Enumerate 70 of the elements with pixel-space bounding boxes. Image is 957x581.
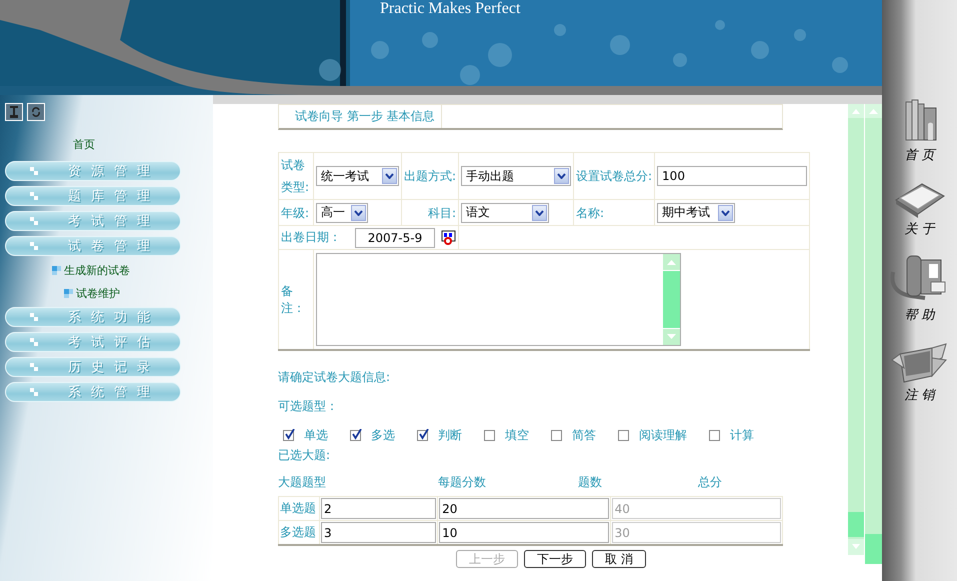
wizard-title: 试卷向导 第一步 基本信息 — [279, 105, 442, 128]
dropdown[interactable]: 高一 — [316, 202, 368, 222]
dropdown[interactable]: 期中考试 — [657, 202, 736, 222]
chevron-down-icon — [384, 173, 394, 179]
checkbox[interactable] — [484, 430, 495, 440]
bullet-icon — [30, 338, 38, 346]
section-label: 可选题型： — [278, 398, 339, 415]
column-header: 总分 — [698, 474, 722, 490]
bullet-icon — [30, 217, 38, 225]
field-label: 年级: — [281, 206, 310, 220]
input-field[interactable]: 10 — [439, 522, 609, 543]
dock-label[interactable]: 注 销 — [904, 386, 935, 404]
submenu-link[interactable]: 生成新的试卷 — [64, 262, 130, 278]
bullet-icon — [30, 192, 38, 200]
row-label: 多选题 — [280, 525, 316, 539]
row-label: 单选题 — [280, 501, 316, 515]
dock-label[interactable]: 帮 助 — [904, 306, 935, 324]
chevron-down-icon — [557, 173, 566, 179]
home-link[interactable]: 首页 — [73, 137, 95, 152]
input-field[interactable]: 100 — [657, 166, 808, 186]
checkbox-label[interactable]: 判断 — [438, 426, 462, 444]
input-field[interactable]: 2 — [321, 498, 436, 519]
date-field[interactable]: 2007-5-9 — [355, 228, 435, 248]
wizard-button[interactable]: 下一步 — [524, 550, 586, 568]
field-label: 名称: — [576, 206, 604, 220]
field-label: 设置试卷总分: — [576, 169, 652, 183]
column-header: 大题题型 — [278, 474, 327, 490]
prompt-text: 请确定试卷大题信息: — [278, 369, 392, 386]
readonly-field: 40 — [612, 498, 781, 519]
scrollbar[interactable] — [865, 104, 882, 564]
field-label: 出题方式: — [404, 169, 456, 183]
dropdown[interactable]: 手动出题 — [461, 166, 571, 186]
input-field[interactable]: 3 — [321, 522, 436, 543]
dropdown[interactable]: 语文 — [461, 202, 549, 222]
slogan-text: Practic Makes Perfect — [380, 1, 520, 17]
dock-label[interactable]: 首 页 — [904, 146, 935, 164]
field-label: 科目: — [428, 206, 456, 220]
input-field[interactable]: 20 — [439, 498, 609, 519]
chevron-down-icon — [535, 210, 544, 216]
chevron-down-icon — [354, 210, 363, 216]
field-label: 备注： — [281, 284, 305, 314]
column-header: 每题分数 — [438, 474, 487, 490]
squares-icon — [52, 266, 61, 274]
section-label: 已选大题: — [278, 447, 332, 464]
scrollbar[interactable] — [848, 104, 864, 555]
bullet-icon — [30, 363, 38, 371]
refresh-icon — [30, 106, 42, 118]
checkbox[interactable] — [417, 430, 428, 440]
scrollbar[interactable] — [662, 254, 680, 345]
bullet-icon — [30, 388, 38, 396]
checkbox[interactable] — [618, 430, 629, 440]
chevron-down-icon — [721, 210, 730, 216]
bullet-icon — [30, 167, 38, 175]
bullet-icon — [30, 313, 38, 321]
field-label: 试卷类型: — [281, 158, 310, 194]
dock-label[interactable]: 关 于 — [904, 220, 935, 238]
field-label: 出卷日期： — [281, 229, 341, 246]
refresh-tool-button[interactable] — [27, 103, 45, 121]
bullet-icon — [30, 242, 38, 250]
squares-icon — [64, 288, 73, 298]
checkbox[interactable] — [283, 430, 294, 440]
checkbox[interactable] — [350, 430, 361, 440]
checkbox[interactable] — [551, 430, 562, 440]
checkbox[interactable] — [709, 430, 720, 440]
dropdown[interactable]: 统一考试 — [316, 166, 399, 186]
readonly-field: 30 — [612, 522, 781, 543]
column-header: 题数 — [578, 474, 603, 490]
wizard-button[interactable]: 取 消 — [592, 550, 646, 568]
calendar-icon[interactable] — [441, 230, 456, 245]
submenu-link[interactable]: 试卷维护 — [76, 286, 120, 300]
